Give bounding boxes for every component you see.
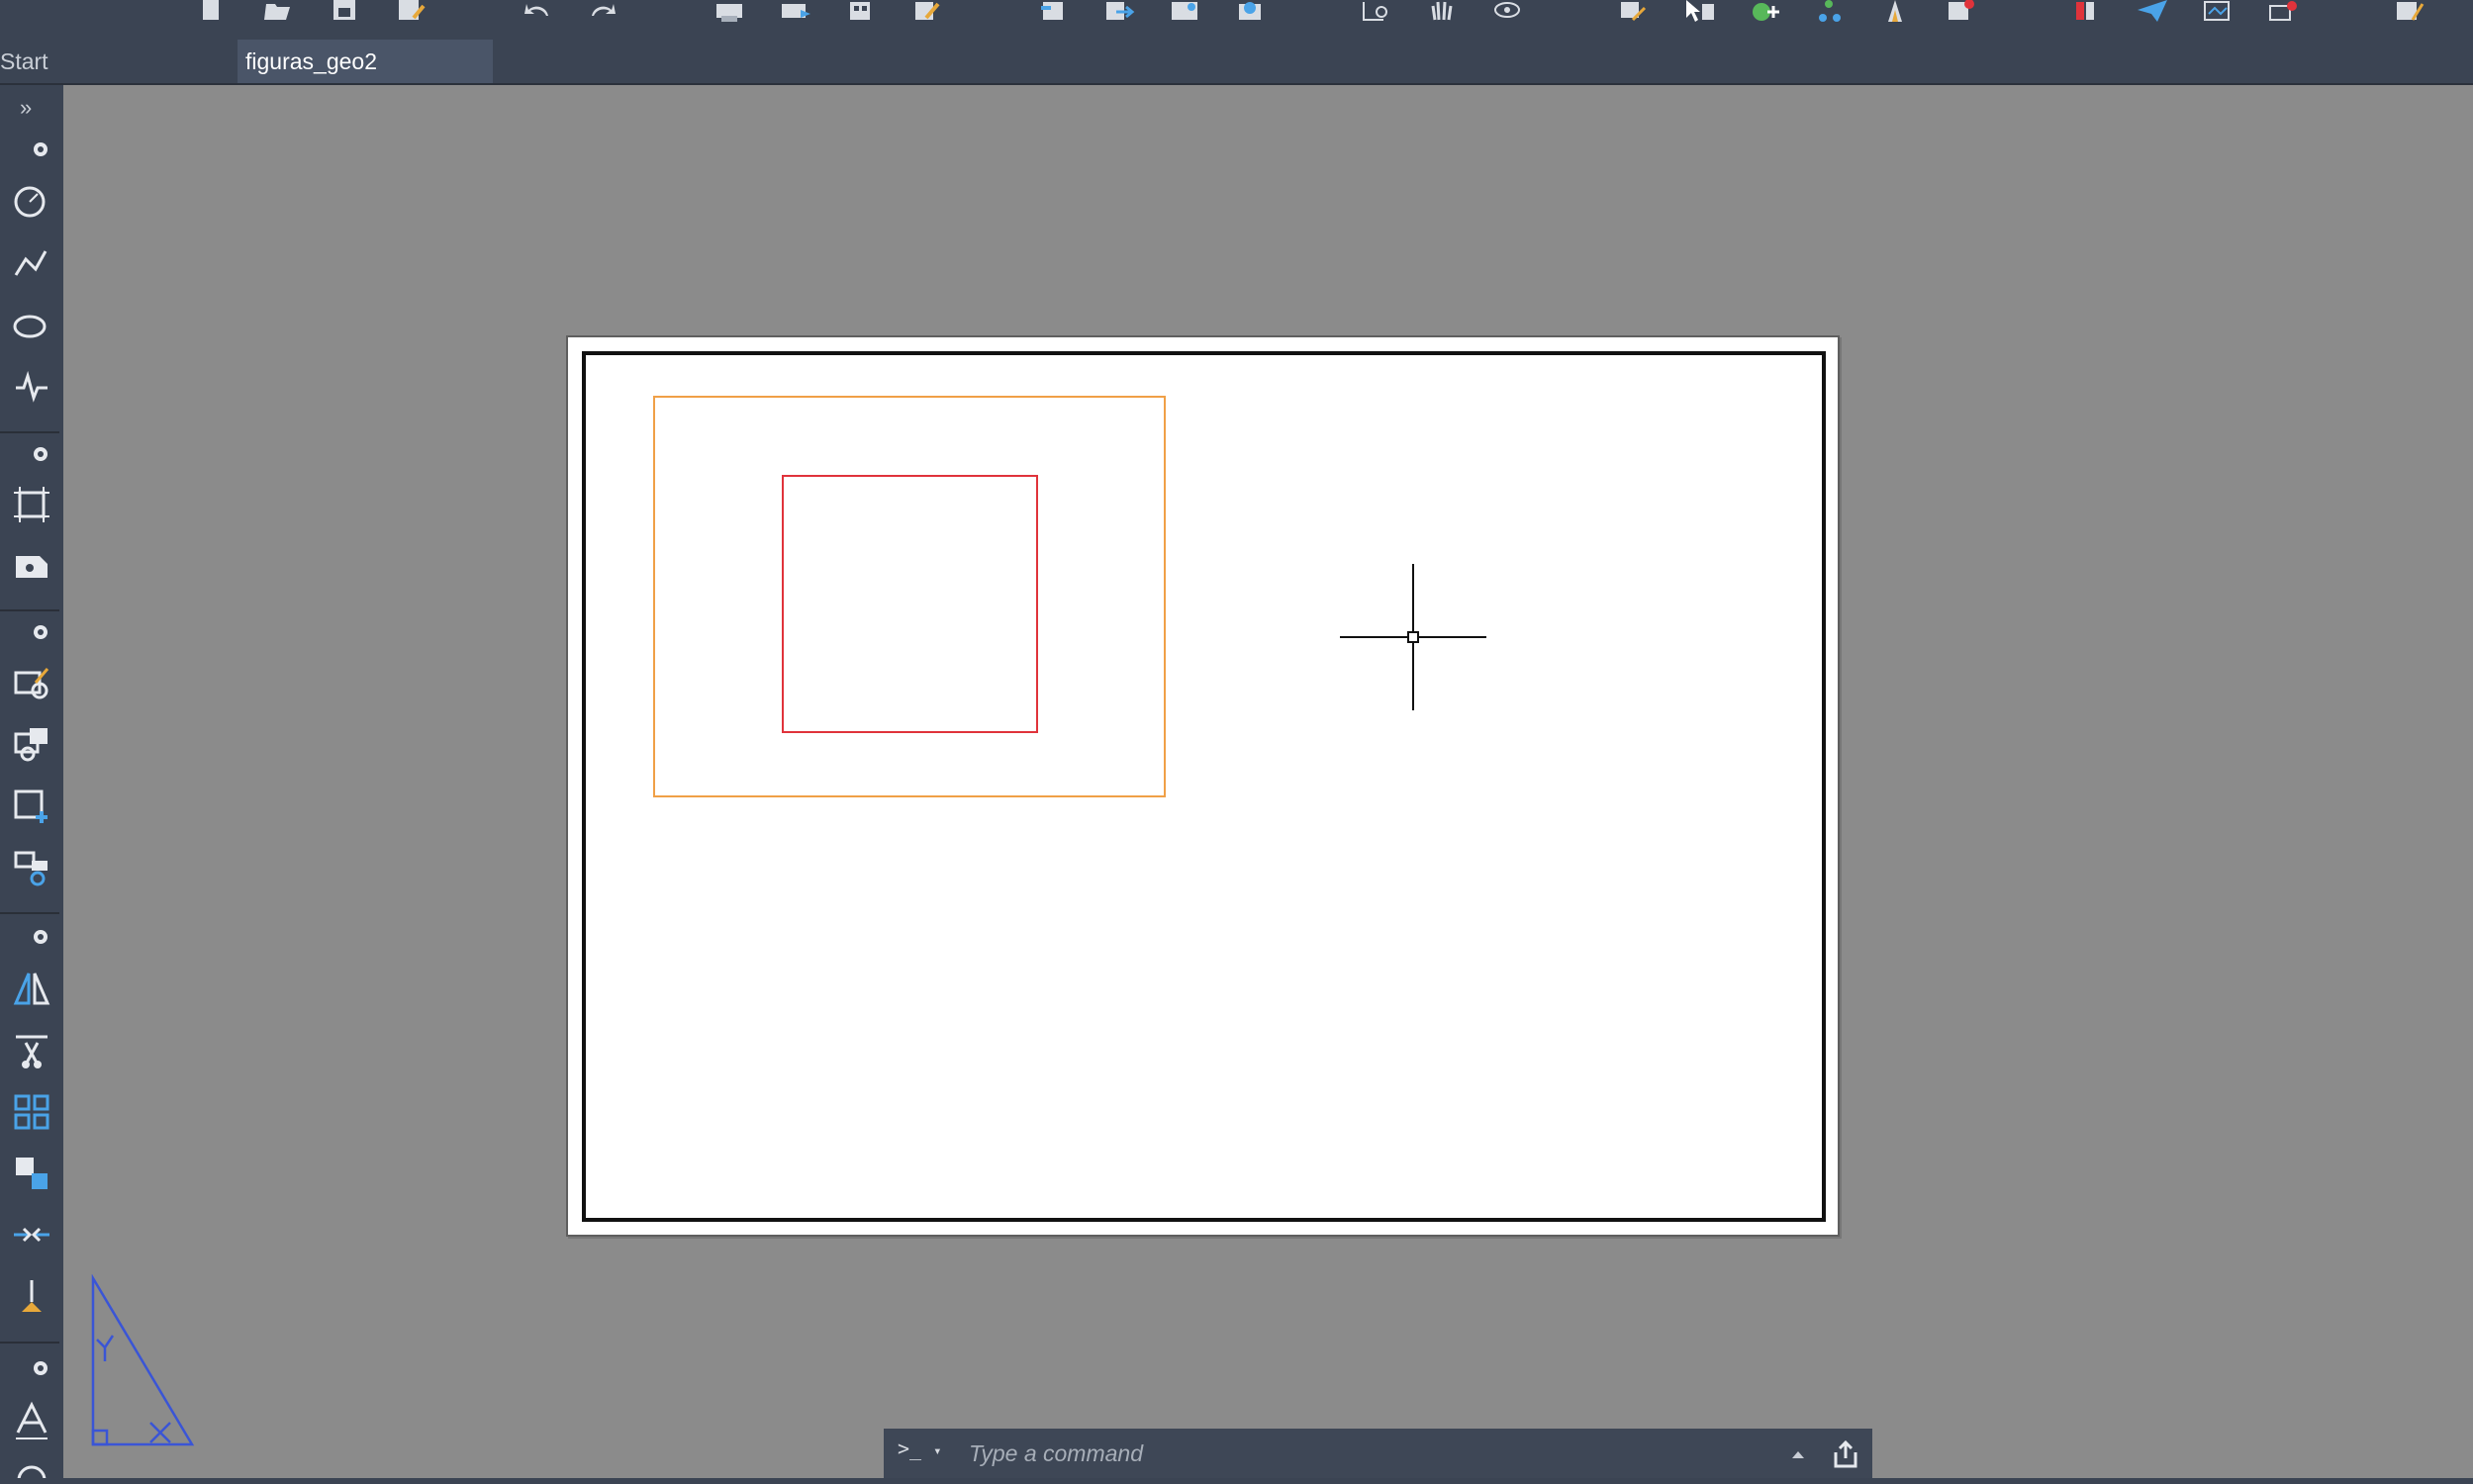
properties-icon[interactable] <box>1617 0 1651 24</box>
sheet-set-icon[interactable] <box>844 0 878 24</box>
gear-icon[interactable] <box>30 621 59 651</box>
palette-expand-toggle[interactable]: » <box>20 95 59 125</box>
zoom-icon[interactable] <box>1360 0 1393 24</box>
share-icon[interactable] <box>1830 1438 1861 1470</box>
text-icon[interactable] <box>0 1393 63 1448</box>
annotate-icon[interactable] <box>1878 0 1912 24</box>
command-prompt-icon[interactable]: >_ ▾ <box>898 1437 957 1470</box>
ucs-axis-icon <box>91 1274 195 1446</box>
palette-separator <box>0 609 59 611</box>
redo-icon[interactable] <box>586 0 619 24</box>
circle-icon[interactable] <box>0 176 63 232</box>
cloud-icon[interactable] <box>1233 0 1267 24</box>
save-as-icon[interactable] <box>394 0 428 24</box>
command-line: >_ ▾ <box>884 1429 1872 1478</box>
node-icon[interactable] <box>1813 0 1847 24</box>
tool-palette: » <box>0 85 63 1484</box>
crosshair-cursor-icon <box>1340 564 1486 710</box>
palette-separator <box>0 1342 59 1344</box>
ellipse-icon[interactable] <box>0 299 63 354</box>
command-prompt-label: >_ <box>898 1437 922 1460</box>
gear-icon[interactable] <box>30 926 59 956</box>
export-icon[interactable] <box>1102 0 1136 24</box>
share-icon[interactable] <box>1168 0 1201 24</box>
block-refresh-icon[interactable] <box>0 839 63 894</box>
trim-icon[interactable] <box>0 1023 63 1078</box>
copy-icon[interactable] <box>0 1146 63 1201</box>
array-icon[interactable] <box>0 1084 63 1140</box>
chevron-up-icon[interactable] <box>1786 1442 1810 1466</box>
save-icon[interactable] <box>328 0 361 24</box>
attribute-icon[interactable] <box>0 716 63 772</box>
join-icon[interactable] <box>0 1207 63 1262</box>
palette-icon[interactable] <box>2070 0 2104 24</box>
palette-separator <box>0 431 59 433</box>
plot-icon[interactable] <box>713 0 746 24</box>
pan-icon[interactable] <box>1425 0 1459 24</box>
open-icon[interactable] <box>261 0 295 24</box>
measure-icon[interactable] <box>1944 0 1977 24</box>
edit-icon[interactable] <box>910 0 944 24</box>
orbit-icon[interactable] <box>1490 0 1524 24</box>
create-block-icon[interactable] <box>0 778 63 833</box>
polyline-icon[interactable] <box>0 237 63 293</box>
send-icon[interactable] <box>2136 0 2169 24</box>
import-icon[interactable] <box>1037 0 1071 24</box>
new-icon[interactable] <box>194 0 228 24</box>
layer-icon[interactable] <box>1748 0 1781 24</box>
edit-block-icon[interactable] <box>0 655 63 710</box>
red-square[interactable] <box>782 475 1038 733</box>
insert-block-icon[interactable] <box>0 538 63 594</box>
attach-icon[interactable] <box>2266 0 2300 24</box>
rectangle-frame-icon[interactable] <box>0 477 63 532</box>
gear-icon[interactable] <box>30 139 59 168</box>
document-tab-bar: Start figuras_geo2 <box>0 40 2473 85</box>
publish-icon[interactable] <box>779 0 812 24</box>
gear-icon[interactable] <box>30 1357 59 1387</box>
tab-start[interactable]: Start <box>0 40 238 83</box>
palette-separator <box>0 912 59 914</box>
status-bar <box>0 1478 2473 1484</box>
main-toolbar <box>0 0 2473 40</box>
command-input[interactable] <box>969 1434 1662 1473</box>
undo-icon[interactable] <box>521 0 554 24</box>
markup-icon[interactable] <box>2393 0 2426 24</box>
line-icon[interactable] <box>0 360 63 416</box>
select-icon[interactable] <box>1682 0 1716 24</box>
gear-icon[interactable] <box>30 443 59 473</box>
layout-icon[interactable] <box>2201 0 2235 24</box>
mirror-icon[interactable] <box>0 962 63 1017</box>
tab-figuras-geo2[interactable]: figuras_geo2 <box>238 40 493 83</box>
paper-sheet[interactable] <box>566 335 1840 1237</box>
pin-icon[interactable] <box>0 1268 63 1324</box>
